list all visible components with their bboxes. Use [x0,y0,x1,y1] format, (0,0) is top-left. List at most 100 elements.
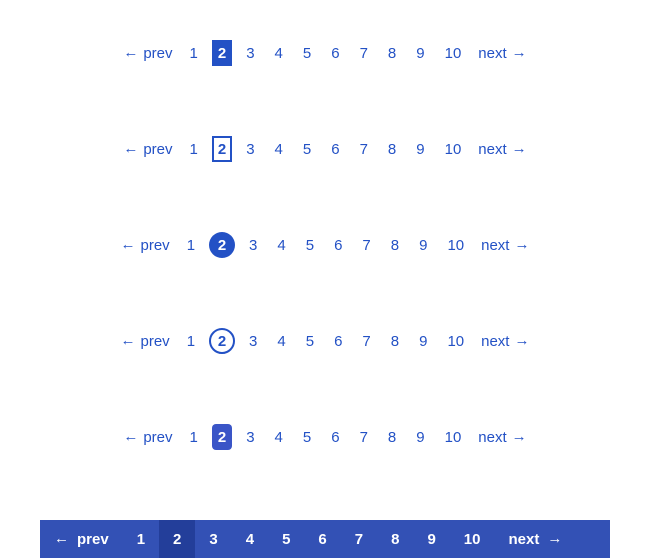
page-4[interactable]: 4 [271,328,291,354]
arrow-right-icon: → [512,429,527,444]
page-3[interactable]: 3 [240,424,260,450]
page-1[interactable]: 1 [181,328,201,354]
page-2[interactable]: 2 [209,232,235,258]
page-1[interactable]: 1 [181,232,201,258]
page-6[interactable]: 6 [325,136,345,162]
prev-label: prev [143,142,172,157]
page-10[interactable]: 10 [439,136,468,162]
page-1[interactable]: 1 [184,136,204,162]
page-4[interactable]: 4 [269,136,289,162]
page-4[interactable]: 4 [271,232,291,258]
page-2[interactable]: 2 [212,40,232,66]
page-9[interactable]: 9 [410,136,430,162]
prev-button[interactable]: ←prev [40,520,123,558]
page-8[interactable]: 8 [385,232,405,258]
arrow-left-icon: ← [123,141,138,156]
page-4[interactable]: 4 [269,40,289,66]
prev-label: prev [143,46,172,61]
page-5[interactable]: 5 [297,40,317,66]
page-7[interactable]: 7 [354,40,374,66]
prev-button[interactable]: ← prev [120,40,175,66]
next-button[interactable]: next → [475,40,529,66]
prev-button[interactable]: ← prev [118,232,173,258]
arrow-right-icon: → [512,141,527,156]
page-9[interactable]: 9 [410,424,430,450]
pagination-examples: ←prev12345678910next→ ←prev12345678910ne… [0,0,650,450]
page-7[interactable]: 7 [356,232,376,258]
page-8[interactable]: 8 [382,136,402,162]
pagination-solid-circle: ← prev 123456789 10 next → [40,232,610,258]
page-6[interactable]: 6 [328,232,348,258]
next-button[interactable]: next → [475,136,529,162]
prev-button[interactable]: ← prev [118,328,173,354]
pagination-rounded: ← prev 123456789 10 next → [40,424,610,450]
next-label: next [481,334,509,349]
page-1[interactable]: 1 [184,424,204,450]
page-8[interactable]: 8 [385,328,405,354]
page-1[interactable]: 1 [123,520,159,558]
next-label: next [478,142,506,157]
pagination-solid-square: ← prev 123456789 10 next → [40,40,610,66]
page-2[interactable]: 2 [209,328,235,354]
pagination-outline-square: ← prev 123456789 10 next → [40,136,610,162]
prev-label: prev [141,334,170,349]
page-4[interactable]: 4 [269,424,289,450]
arrow-right-icon: → [512,45,527,60]
next-label: next [481,238,509,253]
arrow-right-icon: → [514,237,529,252]
arrow-left-icon: ← [121,333,136,348]
arrow-left-icon: ← [123,429,138,444]
page-10[interactable]: 10 [439,40,468,66]
next-label: next [478,46,506,61]
arrow-left-icon: ← [54,531,69,546]
page-3[interactable]: 3 [243,328,263,354]
page-10[interactable]: 10 [439,424,468,450]
arrow-right-icon: → [547,531,562,546]
page-5[interactable]: 5 [268,520,304,558]
next-button[interactable]: next→ [494,520,576,558]
page-3[interactable]: 3 [243,232,263,258]
page-5[interactable]: 5 [300,232,320,258]
page-5[interactable]: 5 [297,424,317,450]
page-4[interactable]: 4 [232,520,268,558]
pagination-bar-wrapper: ←prev12345678910next→ [0,520,650,558]
page-2[interactable]: 2 [212,136,232,162]
page-10[interactable]: 10 [450,520,495,558]
page-8[interactable]: 8 [377,520,413,558]
page-1[interactable]: 1 [184,40,204,66]
arrow-right-icon: → [514,333,529,348]
next-button[interactable]: next → [475,424,529,450]
prev-button[interactable]: ← prev [120,136,175,162]
arrow-left-icon: ← [123,45,138,60]
page-9[interactable]: 9 [413,520,449,558]
prev-label: prev [143,430,172,445]
page-6[interactable]: 6 [328,328,348,354]
page-9[interactable]: 9 [410,40,430,66]
arrow-left-icon: ← [121,237,136,252]
page-8[interactable]: 8 [382,40,402,66]
page-6[interactable]: 6 [325,40,345,66]
page-2[interactable]: 2 [212,424,232,450]
page-5[interactable]: 5 [297,136,317,162]
page-8[interactable]: 8 [382,424,402,450]
page-7[interactable]: 7 [356,328,376,354]
page-10[interactable]: 10 [441,232,470,258]
page-9[interactable]: 9 [413,232,433,258]
next-label: next [478,430,506,445]
page-2[interactable]: 2 [159,520,195,558]
prev-label: prev [141,238,170,253]
page-6[interactable]: 6 [325,424,345,450]
page-3[interactable]: 3 [195,520,231,558]
page-7[interactable]: 7 [354,424,374,450]
next-button[interactable]: next → [478,232,532,258]
page-10[interactable]: 10 [441,328,470,354]
next-button[interactable]: next → [478,328,532,354]
page-3[interactable]: 3 [240,40,260,66]
page-5[interactable]: 5 [300,328,320,354]
prev-button[interactable]: ← prev [120,424,175,450]
page-3[interactable]: 3 [240,136,260,162]
page-7[interactable]: 7 [341,520,377,558]
page-7[interactable]: 7 [354,136,374,162]
page-9[interactable]: 9 [413,328,433,354]
page-6[interactable]: 6 [304,520,340,558]
